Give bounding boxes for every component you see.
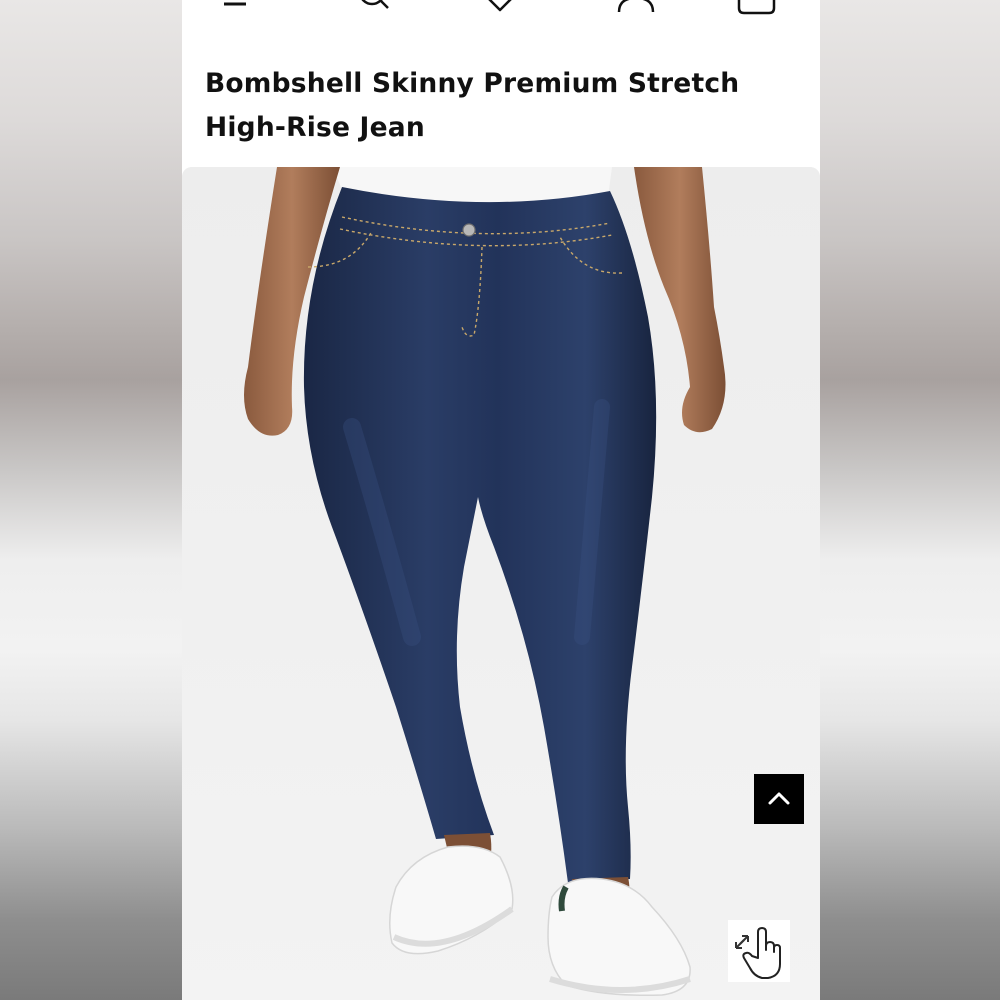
heart-icon[interactable] [480, 0, 520, 18]
product-image[interactable] [182, 167, 820, 1000]
account-icon[interactable] [616, 0, 656, 18]
blurred-background-left [0, 0, 182, 1000]
top-navigation [182, 0, 820, 22]
menu-icon[interactable] [206, 0, 246, 18]
blurred-background-right [820, 0, 1000, 1000]
product-title: Bombshell Skinny Premium Stretch High-Ri… [205, 68, 740, 143]
tap-zoom-hand-icon[interactable] [728, 920, 790, 982]
back-to-top-button[interactable] [754, 774, 804, 824]
chevron-up-icon [768, 792, 790, 805]
bag-icon[interactable] [736, 0, 776, 18]
product-page: Bombshell Skinny Premium Stretch High-Ri… [182, 0, 820, 1000]
search-icon[interactable] [354, 0, 394, 18]
